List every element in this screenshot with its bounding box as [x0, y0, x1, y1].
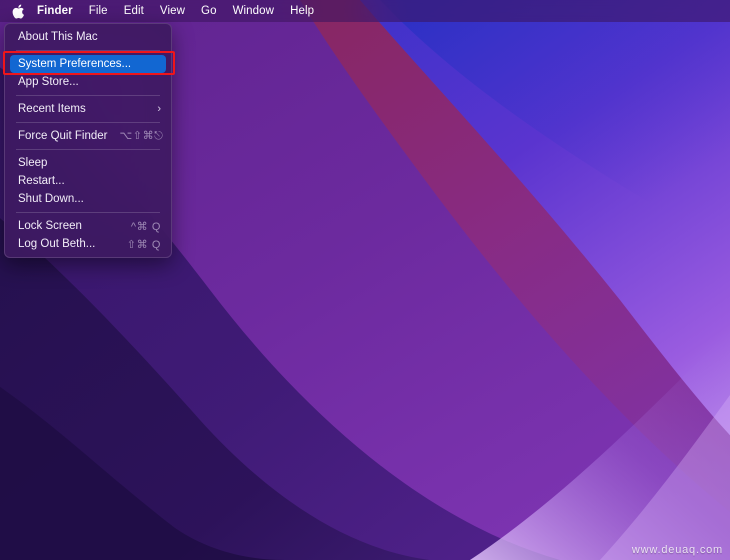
menubar-item-edit[interactable]: Edit [116, 1, 152, 21]
menu-separator [16, 50, 160, 51]
menu-item-label: Lock Screen [18, 220, 82, 232]
menu-item-shut-down[interactable]: Shut Down... [5, 190, 171, 208]
menu-separator [16, 122, 160, 123]
apple-menu-dropdown: About This Mac System Preferences... App… [4, 23, 172, 258]
menu-bar: Finder File Edit View Go Window Help [0, 0, 730, 22]
menu-separator [16, 149, 160, 150]
menu-item-shortcut: ⇧⌘ Q [126, 238, 161, 251]
menubar-item-help[interactable]: Help [282, 1, 322, 21]
menu-item-shortcut: ^⌘ Q [130, 220, 161, 233]
menu-separator [16, 95, 160, 96]
menu-item-system-preferences[interactable]: System Preferences... [10, 55, 166, 73]
menu-item-sleep[interactable]: Sleep [5, 154, 171, 172]
menu-item-label: Shut Down... [18, 193, 84, 205]
menu-item-label: Log Out Beth... [18, 238, 96, 250]
menubar-item-go[interactable]: Go [193, 1, 225, 21]
menubar-item-finder[interactable]: Finder [29, 1, 81, 21]
menu-item-shortcut: ⌥⇧⌘⎋ [119, 130, 164, 142]
menubar-item-window[interactable]: Window [225, 1, 283, 21]
menu-item-about-this-mac[interactable]: About This Mac [5, 28, 171, 46]
menu-item-label: System Preferences... [18, 58, 132, 70]
menu-item-label: Recent Items [18, 103, 86, 115]
watermark-text: www.deuaq.com [631, 544, 723, 556]
desktop-screen: Finder File Edit View Go Window Help Abo… [0, 0, 730, 560]
menu-item-force-quit-finder[interactable]: Force Quit Finder ⌥⇧⌘⎋ [5, 127, 171, 145]
menu-item-label: About This Mac [18, 31, 98, 43]
chevron-right-icon: › [157, 102, 161, 115]
menu-item-label: Restart... [18, 175, 65, 187]
menu-item-log-out[interactable]: Log Out Beth... ⇧⌘ Q [5, 235, 171, 253]
menubar-item-file[interactable]: File [81, 1, 116, 21]
menu-item-app-store[interactable]: App Store... [5, 73, 171, 91]
menu-item-label: Sleep [18, 157, 48, 169]
menu-separator [16, 212, 160, 213]
menu-item-restart[interactable]: Restart... [5, 172, 171, 190]
menu-item-lock-screen[interactable]: Lock Screen ^⌘ Q [5, 217, 171, 235]
menubar-item-view[interactable]: View [152, 1, 193, 21]
menu-item-recent-items[interactable]: Recent Items › [5, 100, 171, 118]
menu-item-label: Force Quit Finder [18, 130, 108, 142]
apple-logo-icon[interactable] [7, 1, 29, 21]
menu-item-label: App Store... [18, 76, 79, 88]
